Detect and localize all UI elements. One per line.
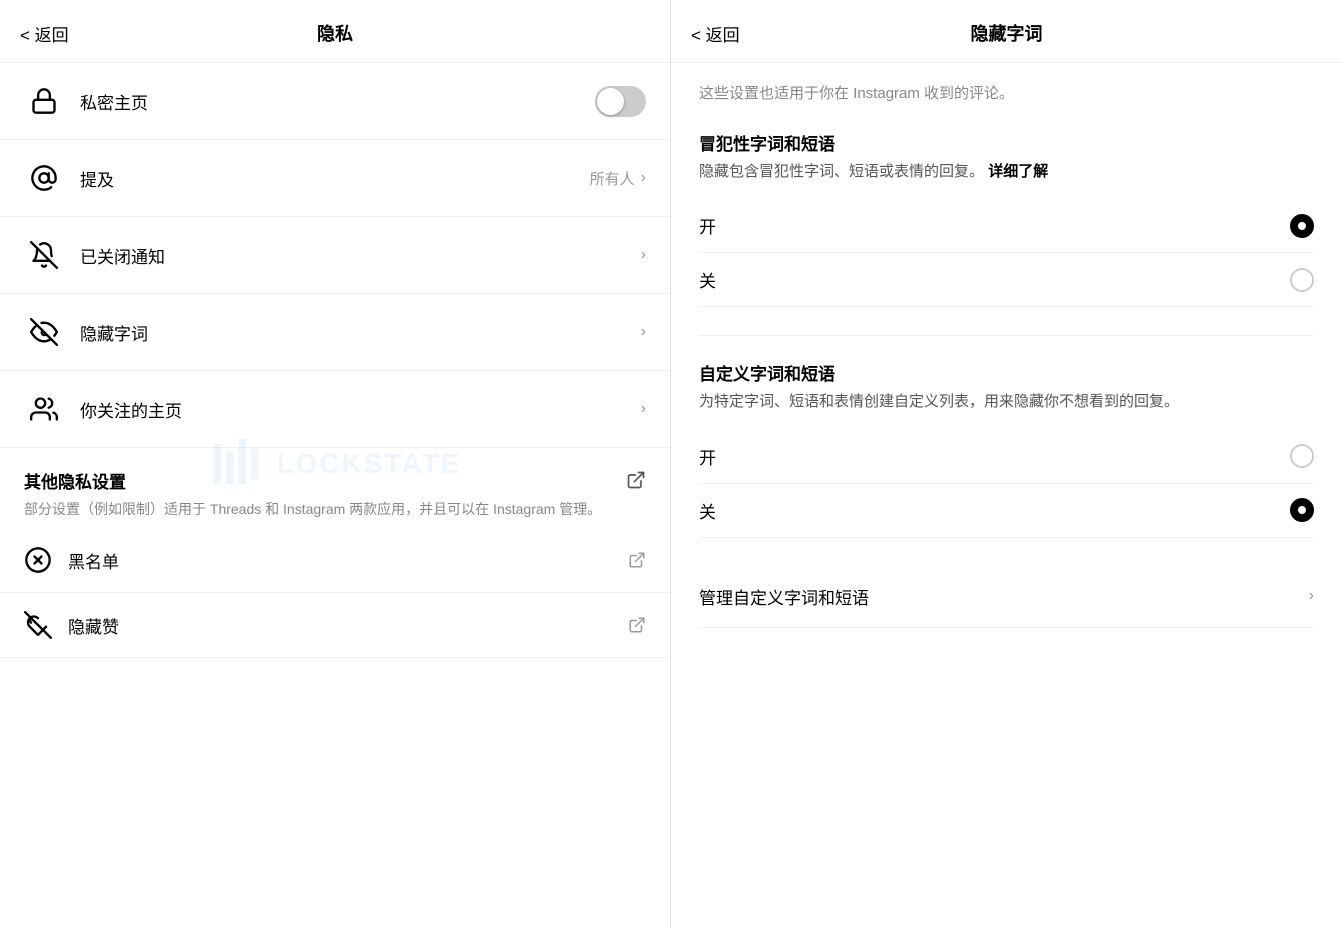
right-back-button[interactable]: < 返回 [691,21,740,46]
muted-notifications-label: 已关闭通知 [80,243,641,268]
private-home-toggle-area[interactable] [595,86,646,117]
blacklist-external-icon [628,551,646,569]
private-home-label: 私密主页 [80,89,595,114]
custom-on-label: 开 [699,444,716,469]
custom-on-option[interactable]: 开 [699,430,1314,484]
mentions-chevron: › [641,169,646,187]
manage-custom-words[interactable]: 管理自定义字词和短语 › [699,566,1314,628]
custom-off-radio[interactable] [1290,498,1314,522]
right-description: 这些设置也适用于你在 Instagram 收到的评论。 [699,83,1314,106]
offensive-desc-link[interactable]: 详细了解 [988,163,1048,180]
bell-off-icon [24,235,64,275]
other-privacy-desc: 部分设置（例如限制）适用于 Threads 和 Instagram 两款应用，并… [24,499,646,520]
custom-on-radio[interactable] [1290,444,1314,468]
offensive-off-label: 关 [699,267,716,292]
other-privacy-title: 其他隐私设置 [24,468,126,493]
menu-item-hidden-words[interactable]: 隐藏字词 › [0,294,670,371]
muted-chevron: › [641,246,646,264]
offensive-title: 冒犯性字词和短语 [699,130,1314,155]
offensive-on-radio[interactable] [1290,214,1314,238]
custom-desc: 为特定字词、短语和表情创建自定义列表，用来隐藏你不想看到的回复。 [699,391,1314,414]
heart-off-icon [24,611,52,639]
eye-off-icon [24,312,64,352]
manage-custom-words-chevron: › [1309,587,1314,605]
private-home-toggle[interactable] [595,86,646,117]
hidden-words-chevron: › [641,323,646,341]
offensive-on-option[interactable]: 开 [699,199,1314,253]
custom-section: 自定义字词和短语 为特定字词、短语和表情创建自定义列表，用来隐藏你不想看到的回复… [699,360,1314,538]
toggle-knob [597,88,624,115]
menu-item-blacklist[interactable]: 黑名单 [0,528,670,593]
right-panel-title: 隐藏字词 [971,20,1043,46]
right-panel: < 返回 隐藏字词 这些设置也适用于你在 Instagram 收到的评论。 冒犯… [671,0,1342,928]
mentions-value: 所有人 [590,168,635,189]
offensive-on-label: 开 [699,213,716,238]
mentions-label: 提及 [80,166,590,191]
left-panel-title: 隐私 [317,20,353,46]
offensive-section: 冒犯性字词和短语 隐藏包含冒犯性字词、短语或表情的回复。 详细了解 开 关 [699,130,1314,308]
offensive-off-option[interactable]: 关 [699,253,1314,307]
lock-icon [24,81,64,121]
offensive-off-radio[interactable] [1290,268,1314,292]
custom-off-option[interactable]: 关 [699,484,1314,538]
custom-title: 自定义字词和短语 [699,360,1314,385]
right-content: 这些设置也适用于你在 Instagram 收到的评论。 冒犯性字词和短语 隐藏包… [671,63,1342,648]
section-divider [699,335,1314,336]
circle-x-icon [24,546,52,574]
mentions-right: 所有人 › [590,168,646,189]
left-back-button[interactable]: < 返回 [20,21,69,46]
manage-custom-words-label: 管理自定义字词和短语 [699,584,869,609]
hidden-likes-label: 隐藏赞 [68,613,628,638]
offensive-desc: 隐藏包含冒犯性字词、短语或表情的回复。 详细了解 [699,161,1314,184]
hidden-likes-external-icon [628,616,646,634]
menu-item-mentions[interactable]: 提及 所有人 › [0,140,670,217]
following-home-label: 你关注的主页 [80,397,641,422]
menu-item-muted-notifications[interactable]: 已关闭通知 › [0,217,670,294]
left-header: < 返回 隐私 [0,0,670,63]
people-icon [24,389,64,429]
left-panel: < 返回 隐私 私密主页 提及 所有人 › [0,0,671,928]
hidden-words-label: 隐藏字词 [80,320,641,345]
right-header: < 返回 隐藏字词 [671,0,1342,63]
menu-item-hidden-likes[interactable]: 隐藏赞 [0,593,670,658]
blacklist-label: 黑名单 [68,548,628,573]
following-home-chevron: › [641,400,646,418]
other-privacy-section: 其他隐私设置 部分设置（例如限制）适用于 Threads 和 Instagram… [0,448,670,528]
external-link-icon[interactable] [626,470,646,495]
menu-item-following-home[interactable]: 你关注的主页 › [0,371,670,448]
at-icon [24,158,64,198]
custom-off-label: 关 [699,498,716,523]
menu-item-private-home[interactable]: 私密主页 [0,63,670,140]
